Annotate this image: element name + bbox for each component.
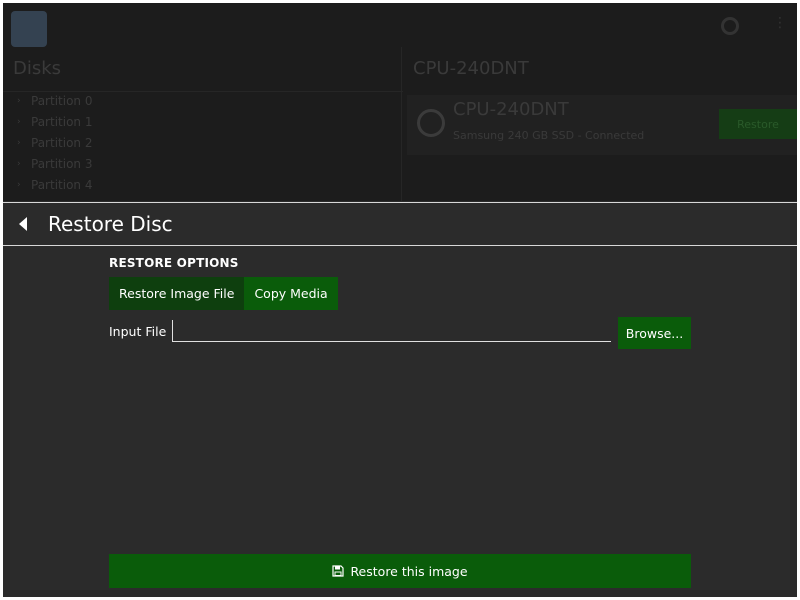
drive-icon — [417, 109, 445, 137]
back-button[interactable] — [13, 213, 33, 235]
divider — [401, 47, 402, 201]
disks-heading: Disks — [13, 58, 62, 79]
app-window: Disks › Partition 0 › Partition 1 › Partiti… — [3, 3, 797, 597]
gear-icon — [721, 17, 739, 35]
tab-copy-media[interactable]: Copy Media — [244, 277, 338, 310]
chevron-left-icon — [19, 217, 27, 231]
list-item: › Partition 4 — [17, 175, 92, 196]
dialog-header: Restore Disc — [3, 202, 797, 246]
restore-options-label: RESTORE OPTIONS — [109, 256, 239, 270]
list-item: › Partition 3 — [17, 154, 92, 175]
more-icon: ⋮ — [773, 15, 787, 31]
chevron-right-icon: › — [17, 159, 21, 169]
restore-button-label: Restore this image — [350, 563, 468, 579]
background-overlay: Disks › Partition 0 › Partition 1 › Partiti… — [3, 3, 797, 201]
input-file-label: Input File — [109, 324, 167, 339]
chevron-right-icon: › — [17, 180, 21, 190]
list-item: › Partition 1 — [17, 112, 92, 133]
app-logo-icon — [11, 11, 47, 47]
restore-image-button[interactable]: Restore this image — [109, 554, 691, 588]
drive-card: CPU-240DNT Samsung 240 GB SSD - Connecte… — [407, 95, 797, 155]
page-title: Restore Disc — [48, 212, 173, 236]
chevron-right-icon: › — [17, 138, 21, 148]
list-item: › Partition 0 — [17, 91, 92, 112]
floppy-disk-icon — [332, 565, 345, 577]
chevron-right-icon: › — [17, 117, 21, 127]
browse-button[interactable]: Browse... — [618, 317, 691, 349]
list-item: › Partition 2 — [17, 133, 92, 154]
chevron-right-icon: › — [17, 96, 21, 106]
drive-action-button: Restore — [719, 109, 797, 139]
input-file-field[interactable] — [172, 320, 611, 342]
drive-subtitle: Samsung 240 GB SSD - Connected — [453, 129, 645, 142]
drive-heading: CPU-240DNT — [413, 58, 529, 79]
partition-list: › Partition 0 › Partition 1 › Partition 2 ›… — [17, 91, 92, 196]
tab-restore-image-file[interactable]: Restore Image File — [109, 277, 245, 310]
restore-mode-tabs: Restore Image File Copy Media — [109, 277, 338, 310]
drive-name: CPU-240DNT — [453, 99, 569, 120]
